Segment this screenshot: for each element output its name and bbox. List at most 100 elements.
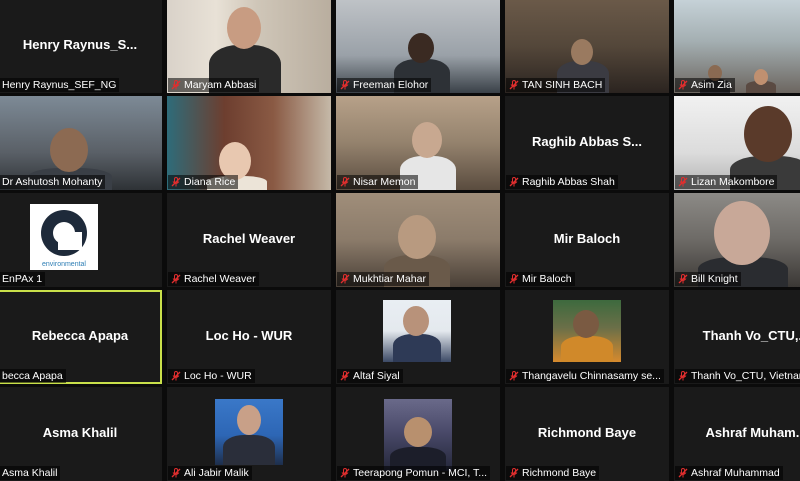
muted-microphone-icon: [171, 468, 181, 478]
participant-name-text: Loc Ho - WUR: [184, 370, 252, 382]
participant-name-text: Mir Baloch: [522, 273, 572, 285]
participant-name-text: EnPAx 1: [2, 273, 43, 285]
participant-display-name: Loc Ho - WUR: [205, 328, 293, 343]
participant-name-text: Teerapong Pomun - MCI, T...: [353, 467, 488, 479]
participant-name-text: Altaf Siyal: [353, 370, 400, 382]
participant-name-label: Ali Jabir Malik: [168, 466, 252, 480]
participant-name-label: Henry Raynus_SEF_NG: [0, 78, 120, 92]
person-body: [561, 336, 613, 362]
logo-caption: environmental: [42, 261, 86, 268]
participant-name-label: Lizan Makombore: [675, 175, 778, 189]
person-body: [223, 435, 275, 465]
muted-microphone-icon: [171, 371, 181, 381]
participant-tile[interactable]: Mir Baloch Mir Baloch: [505, 193, 669, 287]
participant-tile[interactable]: Lizan Makombore: [674, 96, 800, 190]
participant-tile[interactable]: Nisar Memon: [336, 96, 500, 190]
participant-display-name: Raghib Abbas S...: [531, 134, 643, 149]
muted-microphone-icon: [509, 468, 519, 478]
logo-notch: [58, 232, 82, 250]
muted-microphone-icon: [509, 80, 519, 90]
participant-name-label: TAN SINH BACH: [506, 78, 606, 92]
participant-name-text: Diana Rice: [184, 176, 236, 188]
person-head: [398, 215, 436, 259]
muted-microphone-icon: [678, 80, 688, 90]
participant-tile[interactable]: environmental EnPAx 1: [0, 193, 162, 287]
participant-display-name: Asma Khalil: [42, 425, 118, 440]
participant-name-text: Mukhtiar Mahar: [353, 273, 426, 285]
company-logo: environmental: [30, 204, 98, 270]
person-head: [714, 201, 770, 265]
participant-name-text: TAN SINH BACH: [522, 79, 603, 91]
participant-tile[interactable]: Thangavelu Chinnasamy se...: [505, 290, 669, 384]
participant-tile[interactable]: Ali Jabir Malik: [167, 387, 331, 481]
person-head: [237, 405, 261, 435]
participant-display-name: Thanh Vo_CTU,...: [702, 328, 800, 343]
muted-microphone-icon: [340, 371, 350, 381]
participant-name-label: Freeman Elohor: [337, 78, 432, 92]
person-head: [408, 33, 434, 63]
muted-microphone-icon: [171, 80, 181, 90]
participant-gallery-grid: Henry Raynus_S... Henry Raynus_SEF_NG Mary…: [0, 0, 800, 481]
muted-microphone-icon: [678, 274, 688, 284]
muted-microphone-icon: [340, 468, 350, 478]
participant-name-label: Dr Ashutosh Mohanty: [0, 175, 106, 189]
person-head: [403, 306, 429, 336]
participant-tile[interactable]: Dr Ashutosh Mohanty: [0, 96, 162, 190]
participant-display-name: Henry Raynus_S...: [22, 37, 138, 52]
participant-name-label: Asim Zia: [675, 78, 735, 92]
person-head: [404, 417, 432, 447]
participant-name-text: Ashraf Muhammad: [691, 467, 780, 479]
participant-name-text: Richmond Baye: [522, 467, 597, 479]
participant-tile[interactable]: Raghib Abbas S... Raghib Abbas Shah: [505, 96, 669, 190]
participant-tile[interactable]: Mukhtiar Mahar: [336, 193, 500, 287]
participant-name-label: EnPAx 1: [0, 272, 46, 286]
participant-tile[interactable]: Richmond Baye Richmond Baye: [505, 387, 669, 481]
participant-name-text: Bill Knight: [691, 273, 738, 285]
participant-tile[interactable]: Freeman Elohor: [336, 0, 500, 93]
muted-microphone-icon: [678, 177, 688, 187]
person-head: [50, 128, 88, 172]
participant-name-label: Raghib Abbas Shah: [506, 175, 618, 189]
profile-photo: [553, 300, 621, 362]
participant-name-text: Asma Khalil: [2, 467, 58, 479]
muted-microphone-icon: [340, 274, 350, 284]
participant-tile[interactable]: Teerapong Pomun - MCI, T...: [336, 387, 500, 481]
participant-tile[interactable]: Maryam Abbasi: [167, 0, 331, 93]
participant-tile[interactable]: Rebecca Apapa becca Apapa: [0, 290, 162, 384]
person-head: [754, 69, 768, 85]
participant-name-label: Bill Knight: [675, 272, 741, 286]
participant-name-label: Altaf Siyal: [337, 369, 403, 383]
participant-display-name: Rachel Weaver: [202, 231, 296, 246]
participant-name-label: Nisar Memon: [337, 175, 419, 189]
participant-tile[interactable]: Altaf Siyal: [336, 290, 500, 384]
participant-tile[interactable]: Loc Ho - WUR Loc Ho - WUR: [167, 290, 331, 384]
muted-microphone-icon: [340, 177, 350, 187]
participant-tile[interactable]: Ashraf Muham... Ashraf Muhammad: [674, 387, 800, 481]
participant-tile[interactable]: Henry Raynus_S... Henry Raynus_SEF_NG: [0, 0, 162, 93]
participant-name-label: Thangavelu Chinnasamy se...: [506, 369, 664, 383]
participant-name-text: Raghib Abbas Shah: [522, 176, 615, 188]
participant-name-text: Henry Raynus_SEF_NG: [2, 79, 117, 91]
muted-microphone-icon: [171, 177, 181, 187]
person-head: [744, 106, 792, 162]
participant-name-text: Dr Ashutosh Mohanty: [2, 176, 103, 188]
participant-name-text: Asim Zia: [691, 79, 732, 91]
participant-tile[interactable]: Thanh Vo_CTU,... Thanh Vo_CTU, Vietnam: [674, 290, 800, 384]
muted-microphone-icon: [678, 371, 688, 381]
person-head: [227, 7, 261, 49]
participant-tile[interactable]: Diana Rice: [167, 96, 331, 190]
participant-tile[interactable]: TAN SINH BACH: [505, 0, 669, 93]
participant-display-name: Richmond Baye: [537, 425, 637, 440]
muted-microphone-icon: [171, 274, 181, 284]
participant-tile[interactable]: Rachel Weaver Rachel Weaver: [167, 193, 331, 287]
participant-name-label: Mukhtiar Mahar: [337, 272, 429, 286]
muted-microphone-icon: [509, 371, 519, 381]
muted-microphone-icon: [509, 274, 519, 284]
participant-name-text: Thangavelu Chinnasamy se...: [522, 370, 661, 382]
participant-tile[interactable]: Asim Zia: [674, 0, 800, 93]
participant-tile[interactable]: Bill Knight: [674, 193, 800, 287]
person-body: [393, 334, 441, 362]
profile-photo: [383, 300, 451, 362]
participant-name-label: Rachel Weaver: [168, 272, 259, 286]
participant-tile[interactable]: Asma Khalil Asma Khalil: [0, 387, 162, 481]
